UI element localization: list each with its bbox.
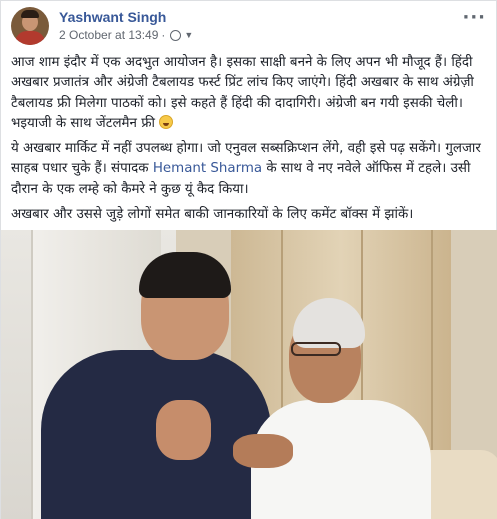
post-photo[interactable]	[1, 230, 497, 519]
photo-person-left-hand	[156, 400, 211, 460]
chevron-down-icon[interactable]: ▼	[184, 30, 193, 40]
post-text: आज शाम इंदौर में एक अदभुत आयोजन है। इसका…	[11, 53, 489, 230]
paragraph-1-text: आज शाम इंदौर में एक अदभुत आयोजन है। इसका…	[11, 55, 474, 131]
photo-person-left-hair	[139, 252, 231, 298]
mention-link-hemant-sharma[interactable]: Hemant Sharma	[153, 161, 262, 176]
author-name[interactable]: Yashwant Singh	[59, 9, 166, 25]
facebook-post: Yashwant Singh 2 October at 13:49 · ▼ ··…	[0, 0, 497, 519]
laughing-emoji-icon	[159, 114, 174, 129]
post-paragraph-1: आज शाम इंदौर में एक अदभुत आयोजन है। इसका…	[11, 53, 489, 134]
more-options-button[interactable]: ···	[462, 7, 486, 28]
post-header: Yashwant Singh 2 October at 13:49 · ▼ ··…	[11, 7, 488, 47]
photo-person-right-glasses	[291, 342, 341, 356]
avatar-hair	[21, 10, 39, 18]
post-paragraph-2: ये अखबार मार्किट में नहीं उपलब्ध होगा। ज…	[11, 139, 489, 200]
avatar-body	[15, 31, 45, 45]
meta-separator: ·	[161, 28, 166, 42]
photo-person-right-hand	[233, 434, 293, 468]
globe-icon[interactable]	[170, 29, 182, 41]
author-avatar[interactable]	[11, 7, 49, 45]
post-timestamp[interactable]: 2 October at 13:49	[59, 28, 158, 42]
paragraph-3-text: अखबार और उससे जुड़े लोगों समेत बाकी जानक…	[11, 207, 414, 223]
post-paragraph-3: अखबार और उससे जुड़े लोगों समेत बाकी जानक…	[11, 205, 489, 225]
post-meta: 2 October at 13:49 · ▼	[59, 28, 193, 42]
